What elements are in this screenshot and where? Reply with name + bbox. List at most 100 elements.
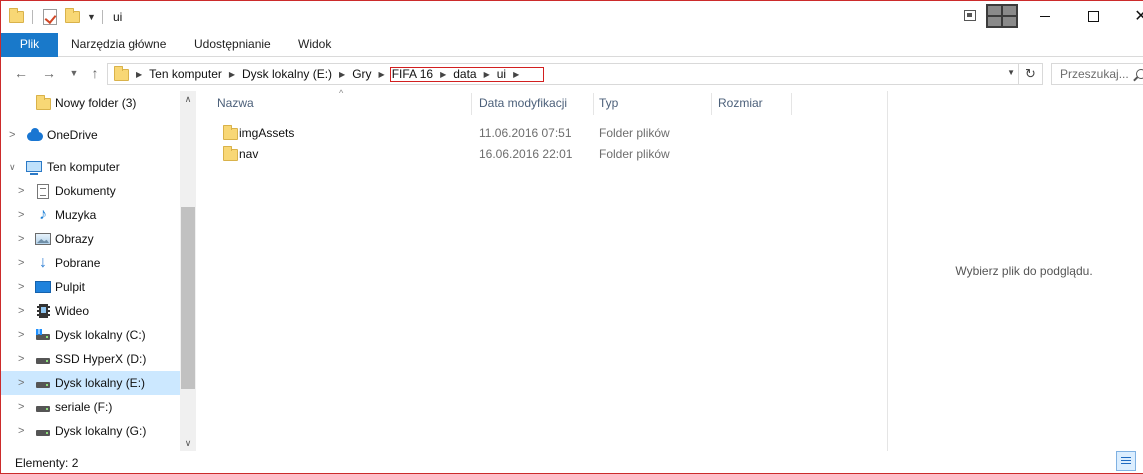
sidebar-item-drive-d[interactable]: > SSD HyperX (D:) bbox=[1, 347, 180, 371]
chevron-right-icon[interactable]: ▶ bbox=[339, 70, 345, 79]
chevron-right-icon[interactable]: > bbox=[18, 233, 24, 245]
sidebar-item-documents[interactable]: > Dokumenty bbox=[1, 179, 180, 203]
chevron-right-icon[interactable]: > bbox=[18, 281, 24, 293]
scroll-thumb[interactable] bbox=[181, 207, 195, 389]
item-count: Elementy: 2 bbox=[15, 456, 79, 470]
file-date: 11.06.2016 07:51 bbox=[479, 125, 572, 140]
maximize-button[interactable] bbox=[1070, 1, 1116, 31]
chevron-right-icon[interactable]: > bbox=[18, 329, 24, 341]
chevron-right-icon[interactable]: ▶ bbox=[379, 70, 385, 79]
chevron-right-icon[interactable]: ▶ bbox=[229, 70, 235, 79]
sidebar-item-label: Wideo bbox=[55, 304, 90, 318]
title-separator bbox=[102, 10, 103, 24]
back-button[interactable]: ← bbox=[11, 63, 31, 83]
navigation-pane: Nowy folder (3) > OneDrive ∨ Ten kompute… bbox=[1, 91, 196, 451]
breadcrumb-drive-e[interactable]: Dysk lokalny (E:) bbox=[242, 67, 332, 81]
drive-icon bbox=[35, 352, 51, 366]
sidebar-item-nowy-folder[interactable]: Nowy folder (3) bbox=[1, 91, 180, 115]
column-header-size[interactable]: Rozmiar bbox=[718, 91, 763, 115]
table-row[interactable]: imgAssets 11.06.2016 07:51 Folder plików bbox=[197, 122, 887, 143]
sidebar-item-label: Dysk lokalny (G:) bbox=[55, 424, 147, 438]
column-divider[interactable] bbox=[791, 93, 792, 115]
sidebar-item-desktop[interactable]: > Pulpit bbox=[1, 275, 180, 299]
downloads-icon: ↓ bbox=[39, 254, 47, 271]
sidebar-item-pictures[interactable]: > Obrazy bbox=[1, 227, 180, 251]
sidebar-item-label: seriale (F:) bbox=[55, 400, 113, 414]
column-divider[interactable] bbox=[593, 93, 594, 115]
tab-home[interactable]: Narzędzia główne bbox=[71, 33, 166, 57]
folder-icon bbox=[35, 95, 51, 111]
close-button[interactable]: ✕ bbox=[1118, 1, 1143, 31]
column-header-type[interactable]: Typ bbox=[599, 91, 618, 115]
preview-message: Wybierz plik do podglądu. bbox=[955, 264, 1093, 278]
scroll-down-arrow[interactable]: ∨ bbox=[180, 435, 196, 451]
sort-ascending-icon: ^ bbox=[339, 88, 344, 98]
documents-icon bbox=[35, 183, 51, 199]
sidebar-scrollbar[interactable]: ∧ ∨ bbox=[180, 91, 196, 451]
monitor-grid-icon[interactable] bbox=[986, 4, 1018, 28]
chevron-down-icon[interactable]: ∨ bbox=[9, 162, 16, 173]
forward-button[interactable]: → bbox=[39, 63, 59, 83]
new-folder-icon[interactable] bbox=[65, 7, 80, 27]
details-view-button[interactable] bbox=[1116, 451, 1136, 471]
breadcrumb-this-pc[interactable]: Ten komputer bbox=[149, 67, 222, 81]
music-icon: ♪ bbox=[39, 206, 47, 223]
sidebar-item-label: Dysk lokalny (E:) bbox=[55, 376, 146, 390]
sidebar-item-onedrive[interactable]: > OneDrive bbox=[1, 123, 180, 147]
recent-locations-dropdown[interactable]: ▼ bbox=[67, 63, 81, 83]
pin-icon[interactable] bbox=[964, 10, 976, 21]
chevron-right-icon[interactable]: ▶ bbox=[136, 70, 142, 79]
chevron-right-icon[interactable]: > bbox=[18, 353, 24, 365]
sidebar-item-drive-g[interactable]: > Dysk lokalny (G:) bbox=[1, 419, 180, 443]
refresh-button[interactable]: ↻ bbox=[1019, 63, 1043, 85]
sidebar-item-drive-f[interactable]: > seriale (F:) bbox=[1, 395, 180, 419]
sidebar-item-drive-e[interactable]: > Dysk lokalny (E:) bbox=[1, 371, 180, 395]
customize-dropdown-icon[interactable]: ▼ bbox=[87, 7, 96, 27]
large-icons-view-button[interactable] bbox=[1138, 451, 1143, 471]
chevron-right-icon[interactable]: > bbox=[18, 305, 24, 317]
sidebar-item-video[interactable]: > Wideo bbox=[1, 299, 180, 323]
column-divider[interactable] bbox=[711, 93, 712, 115]
chevron-right-icon[interactable]: > bbox=[18, 401, 24, 413]
chevron-right-icon[interactable]: > bbox=[9, 129, 15, 141]
column-header-date[interactable]: Data modyfikacji bbox=[479, 91, 567, 115]
status-bar: Elementy: 2 bbox=[1, 451, 1143, 473]
table-row[interactable]: nav 16.06.2016 22:01 Folder plików bbox=[197, 143, 887, 164]
sidebar-item-label: Pulpit bbox=[55, 280, 86, 294]
window-title: ui bbox=[113, 10, 123, 24]
up-button[interactable]: ↑ bbox=[85, 63, 105, 83]
sidebar-item-this-pc[interactable]: ∨ Ten komputer bbox=[1, 155, 180, 179]
chevron-right-icon[interactable]: > bbox=[18, 209, 24, 221]
system-drive-icon bbox=[35, 328, 51, 342]
chevron-right-icon[interactable]: > bbox=[18, 185, 24, 197]
column-divider[interactable] bbox=[471, 93, 472, 115]
properties-icon[interactable] bbox=[43, 7, 57, 27]
minimize-button[interactable] bbox=[1022, 1, 1068, 31]
sidebar-item-music[interactable]: > ♪ Muzyka bbox=[1, 203, 180, 227]
address-bar[interactable]: ▶ Ten komputer ▶ Dysk lokalny (E:) ▶ Gry… bbox=[107, 63, 1019, 85]
search-icon[interactable] bbox=[1135, 69, 1143, 79]
breadcrumb-gry[interactable]: Gry bbox=[352, 67, 371, 81]
chevron-right-icon[interactable]: > bbox=[18, 425, 24, 437]
sidebar-item-label: Nowy folder (3) bbox=[55, 96, 137, 110]
sidebar-item-label: Obrazy bbox=[55, 232, 94, 246]
chevron-right-icon[interactable]: > bbox=[18, 377, 24, 389]
tab-share[interactable]: Udostępnianie bbox=[194, 33, 271, 57]
scroll-up-arrow[interactable]: ∧ bbox=[180, 91, 196, 107]
file-list: ^ Nazwa Data modyfikacji Typ Rozmiar img… bbox=[197, 88, 887, 451]
sidebar-item-drive-c[interactable]: > Dysk lokalny (C:) bbox=[1, 323, 180, 347]
sidebar-item-label: Dysk lokalny (C:) bbox=[55, 328, 146, 342]
address-history-dropdown[interactable]: ▼ bbox=[1007, 68, 1015, 77]
tab-view[interactable]: Widok bbox=[298, 33, 331, 57]
sidebar-item-label: SSD HyperX (D:) bbox=[55, 352, 147, 366]
title-bar: ▼ ui ✕ bbox=[1, 1, 1143, 33]
file-type: Folder plików bbox=[599, 125, 670, 140]
chevron-right-icon[interactable]: > bbox=[18, 257, 24, 269]
tab-file[interactable]: Plik bbox=[1, 33, 58, 57]
sidebar-item-label: Muzyka bbox=[55, 208, 97, 222]
sidebar-item-label: Dokumenty bbox=[55, 184, 116, 198]
video-icon bbox=[35, 304, 51, 318]
sidebar-item-downloads[interactable]: > ↓ Pobrane bbox=[1, 251, 180, 275]
column-header-name[interactable]: Nazwa bbox=[217, 91, 254, 115]
search-input[interactable]: Przeszukaj... bbox=[1051, 63, 1143, 85]
